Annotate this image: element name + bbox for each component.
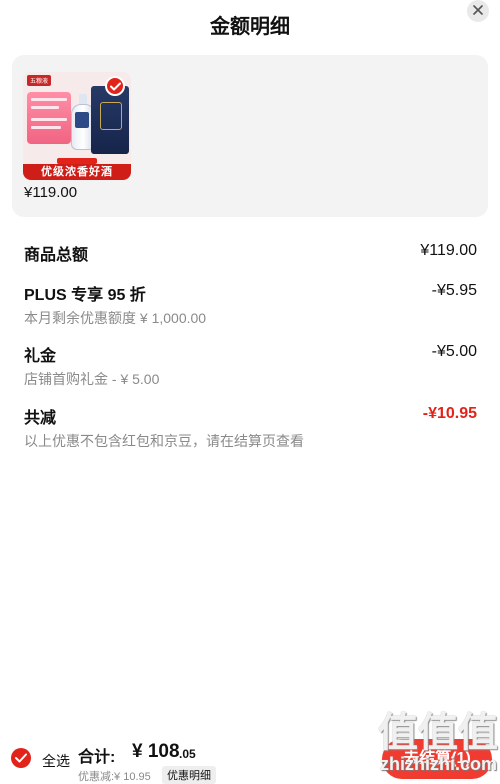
gift-box-image xyxy=(91,86,129,154)
discount-detail-button[interactable]: 优惠明细 xyxy=(162,766,216,784)
product-thumbnail[interactable]: 五粮液 优级浓香好酒 xyxy=(23,72,131,180)
product-card: 五粮液 优级浓香好酒 ¥119.00 xyxy=(12,55,488,217)
checkout-button[interactable]: 去结算(1) xyxy=(382,739,492,779)
plus-discount-note: 本月剩余优惠额度 ¥ 1,000.00 xyxy=(24,310,207,326)
header: 金额明细 xyxy=(0,0,500,44)
total-reduction-value: -¥10.95 xyxy=(422,405,477,422)
thumbnail-banner: 优级浓香好酒 xyxy=(23,164,131,180)
select-all-label[interactable]: 全选 xyxy=(42,751,70,771)
product-selected-check[interactable] xyxy=(105,76,125,96)
page-title: 金额明细 xyxy=(210,16,290,38)
total-reduction-note: 以上优惠不包含红包和京豆，请在结算页查看 xyxy=(24,433,304,449)
checkout-bar: 全选 合计: ¥ 108 .05 优惠减:¥ 10.95 优惠明细 去结算(1) xyxy=(0,736,500,784)
brand-logo: 五粮液 xyxy=(27,75,52,86)
close-button[interactable] xyxy=(467,0,489,22)
promo-sticker xyxy=(27,92,71,144)
product-price: ¥119.00 xyxy=(24,184,78,201)
select-all-checkbox[interactable] xyxy=(11,748,31,768)
discount-summary: 优惠减:¥ 10.95 xyxy=(78,771,151,783)
close-icon xyxy=(473,2,483,20)
total-amount: ¥ 108 xyxy=(132,741,180,762)
total-amount-decimal: .05 xyxy=(179,747,196,761)
plus-discount-value: -¥5.95 xyxy=(431,282,477,299)
gift-money-note: 店铺首购礼金 - ¥ 5.00 xyxy=(24,371,160,387)
goods-total-label: 商品总额 xyxy=(24,247,89,264)
gift-money-value: -¥5.00 xyxy=(431,343,477,360)
total-reduction-label: 共减 xyxy=(24,410,57,427)
gift-money-label: 礼金 xyxy=(24,348,57,365)
total-label: 合计: xyxy=(78,749,116,766)
plus-discount-label: PLUS 专享 95 折 xyxy=(24,287,146,304)
goods-total-value: ¥119.00 xyxy=(420,242,477,259)
